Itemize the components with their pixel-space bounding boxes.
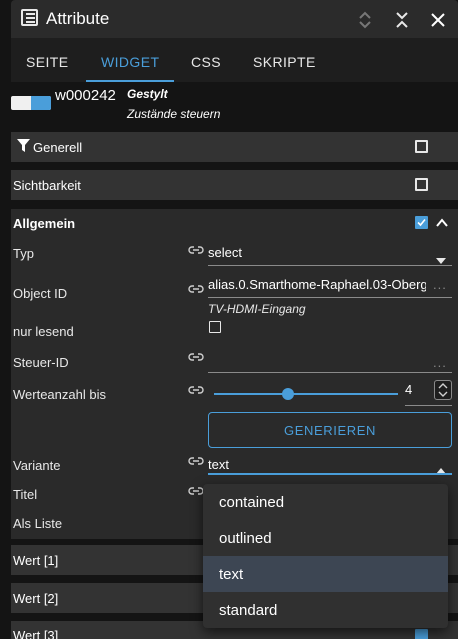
link-icon[interactable]: [188, 485, 204, 497]
dropdown-arrow-up-icon[interactable]: [436, 461, 446, 479]
attributes-icon: [21, 9, 38, 26]
variante-dropdown-menu: contained outlined text standard: [203, 484, 448, 628]
werteanzahl-slider[interactable]: [214, 393, 398, 395]
link-icon[interactable]: [188, 351, 204, 363]
object-id-browse-button[interactable]: ...: [433, 277, 447, 292]
section-wert-2-label: Wert [2]: [13, 591, 59, 606]
section-wert-3-label: Wert [3]: [13, 628, 59, 639]
nur-lesend-label: nur lesend: [13, 324, 74, 339]
menu-option-standard[interactable]: standard: [203, 592, 448, 628]
als-liste-label: Als Liste: [13, 516, 63, 531]
wert-3-checkbox[interactable]: [415, 629, 428, 639]
generell-checkbox[interactable]: [415, 140, 428, 153]
typ-select[interactable]: select: [208, 245, 242, 260]
slider-thumb[interactable]: [282, 388, 294, 400]
sichtbarkeit-checkbox[interactable]: [415, 178, 428, 191]
move-updown-icon[interactable]: [354, 9, 376, 31]
link-icon[interactable]: [188, 384, 204, 396]
menu-option-outlined[interactable]: outlined: [203, 520, 448, 556]
werteanzahl-underline: [405, 405, 452, 406]
object-id-subtitle: TV-HDMI-Eingang: [208, 302, 306, 316]
filter-icon: [17, 139, 30, 158]
typ-label: Typ: [13, 246, 34, 261]
section-allgemein-label: Allgemein: [13, 216, 76, 231]
variante-underline: [208, 473, 452, 475]
nur-lesend-checkbox[interactable]: [209, 321, 221, 333]
section-sichtbarkeit-label: Sichtbarkeit: [13, 178, 81, 193]
steuer-id-browse-button[interactable]: ...: [433, 355, 447, 370]
typ-underline: [208, 265, 452, 266]
menu-option-contained[interactable]: contained: [203, 484, 448, 520]
section-generell-label: Generell: [33, 140, 83, 155]
widget-id: w000242: [55, 87, 116, 104]
chevron-up-icon[interactable]: [435, 216, 449, 234]
werteanzahl-value[interactable]: 4: [405, 382, 412, 397]
number-stepper[interactable]: [434, 380, 452, 400]
werteanzahl-label: Werteanzahl bis: [13, 387, 106, 402]
variante-select[interactable]: text: [208, 457, 229, 472]
widget-description: Zustände steuern: [127, 107, 221, 121]
variante-label: Variante: [13, 458, 61, 473]
link-icon[interactable]: [188, 455, 204, 467]
collapse-icon[interactable]: [391, 9, 413, 31]
object-id-underline: [208, 297, 452, 298]
tab-bar: [11, 38, 458, 82]
dropdown-arrow-icon[interactable]: [436, 251, 446, 269]
tab-seite[interactable]: SEITE: [26, 54, 68, 70]
allgemein-checkbox[interactable]: [415, 216, 428, 229]
link-icon[interactable]: [188, 283, 204, 295]
titel-label: Titel: [13, 487, 38, 502]
tab-widget[interactable]: WIDGET: [101, 54, 159, 70]
steuer-id-label: Steuer-ID: [13, 355, 69, 370]
menu-option-text[interactable]: text: [203, 556, 448, 592]
object-id-label: Object ID: [13, 286, 68, 301]
generate-button[interactable]: GENERIEREN: [208, 412, 452, 448]
active-tab-indicator: [86, 80, 174, 82]
tab-skripte[interactable]: SKRIPTE: [253, 54, 316, 70]
steuer-id-underline: [208, 372, 452, 373]
close-icon[interactable]: [427, 9, 449, 31]
section-wert-1-label: Wert [1]: [13, 553, 59, 568]
widget-name: Gestylt: [127, 87, 168, 101]
object-id-input[interactable]: alias.0.Smarthome-Raphael.03-Oberg: [208, 277, 426, 292]
widget-type-icon: [11, 96, 51, 110]
tab-css[interactable]: CSS: [191, 54, 221, 70]
link-icon[interactable]: [188, 244, 204, 256]
window-title: Attribute: [46, 9, 110, 28]
